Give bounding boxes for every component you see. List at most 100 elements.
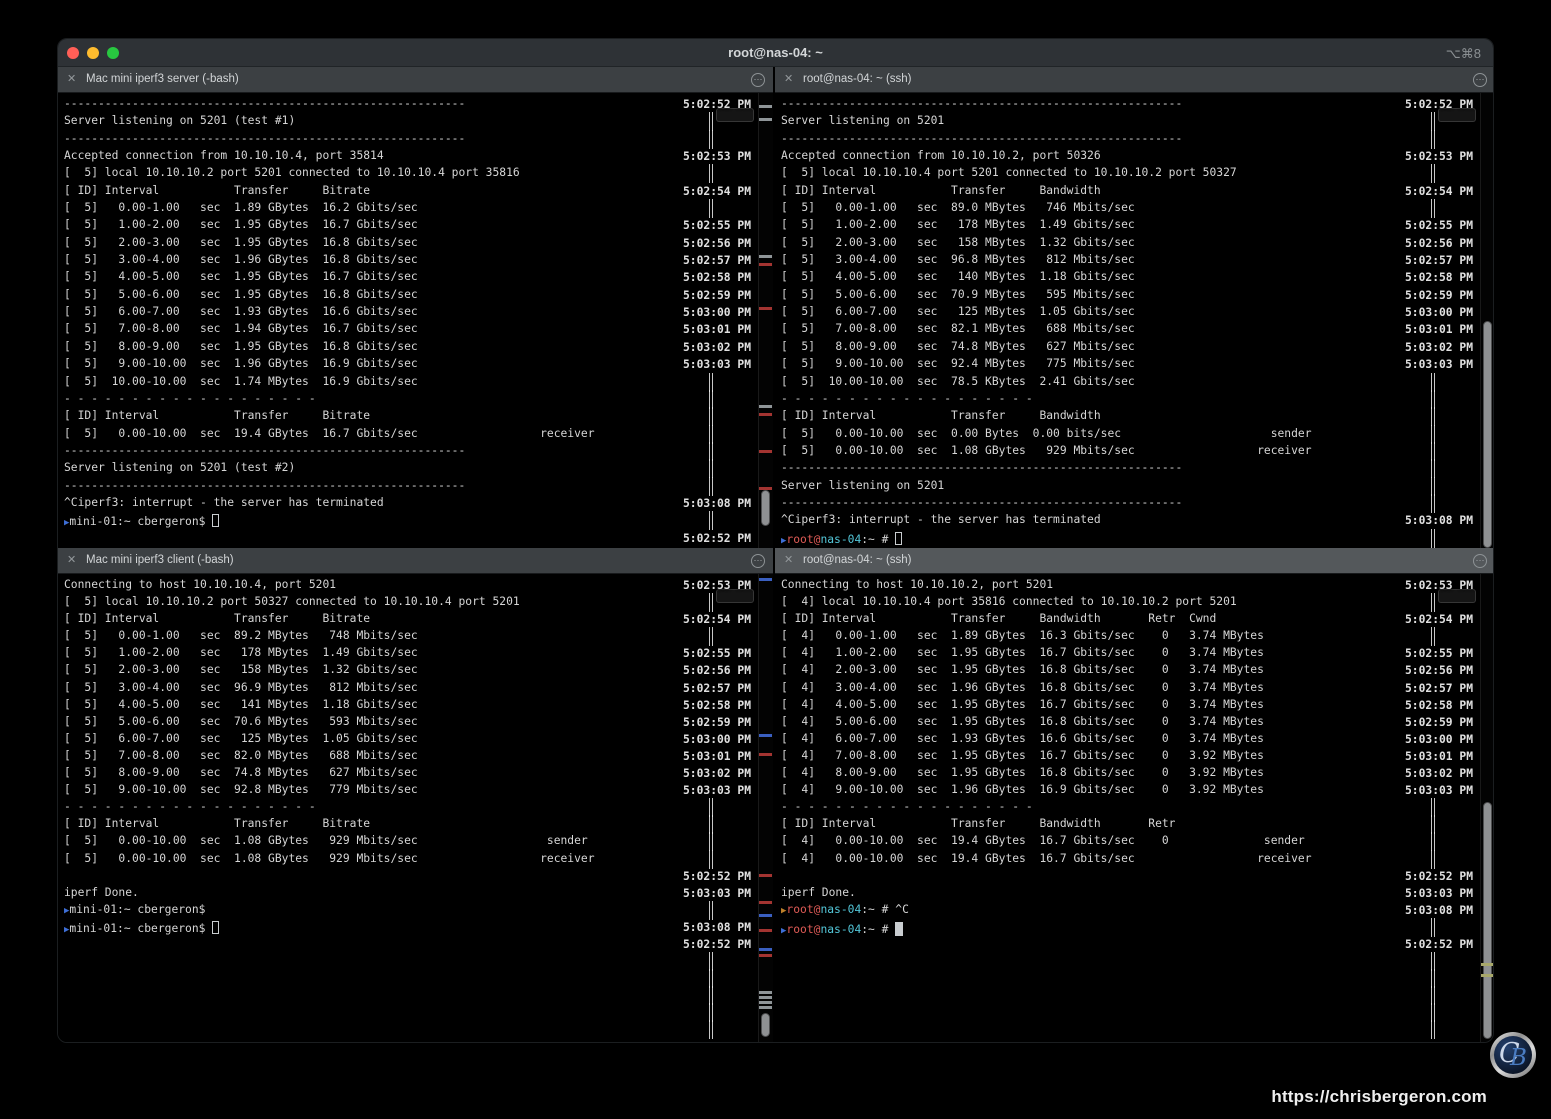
timestamp-continuation-line <box>1431 627 1435 646</box>
pane-menu-icon[interactable]: ⋯ <box>751 554 765 568</box>
terminal-line: 5:02:52 PM <box>781 868 1494 885</box>
pane-titlebar: ✕ Mac mini iperf3 client (-bash) ⋯ <box>58 548 773 574</box>
line-timestamp: 5:03:03 PM <box>683 357 751 372</box>
terminal-text: [ 5] 5.00-6.00 sec 70.9 MBytes 595 Mbits… <box>781 288 1135 301</box>
line-timestamp: 5:02:59 PM <box>683 715 751 730</box>
scrollbar[interactable] <box>1480 574 1494 1043</box>
terminal-text: Server listening on 5201 <box>781 479 944 492</box>
line-timestamp: 5:02:53 PM <box>1405 149 1473 164</box>
terminal-line: ^Ciperf3: interrupt - the server has ter… <box>64 495 773 512</box>
timestamp-continuation-line <box>1431 442 1435 461</box>
pane-close-icon[interactable]: ✕ <box>67 554 76 567</box>
scrollbar-thumb[interactable] <box>1483 321 1492 548</box>
scrollbar[interactable] <box>1480 93 1494 548</box>
terminal-text: [ 5] 9.00-10.00 sec 92.8 MBytes 779 Mbit… <box>64 783 418 796</box>
scrollbar[interactable] <box>758 93 773 548</box>
terminal-line: [ 5] 0.00-10.00 sec 1.08 GBytes 929 Mbit… <box>781 443 1494 460</box>
scrollbar-mark <box>759 948 772 951</box>
terminal-line <box>64 1021 773 1038</box>
terminal-line: ▶root@nas-04:~ # <box>781 919 1494 936</box>
pane-titlebar: ✕ root@nas-04: ~ (ssh) ⋯ <box>775 548 1494 574</box>
line-timestamp: 5:03:08 PM <box>1405 903 1473 918</box>
terminal-line: Server listening on 5201 <box>781 113 1494 130</box>
terminal-text: [ ID] Interval Transfer Bitrate <box>64 612 370 625</box>
terminal-text: [ 5] 0.00-10.00 sec 1.08 GBytes 929 Mbit… <box>781 444 1312 457</box>
timestamp-continuation-line <box>709 112 713 131</box>
terminal-text: ----------------------------------------… <box>781 132 1182 145</box>
window-title: root@nas-04: ~ <box>58 45 1493 60</box>
terminal-line: [ 5] 1.00-2.00 sec 178 MBytes 1.49 Gbits… <box>781 217 1494 234</box>
terminal-line: [ 5] 3.00-4.00 sec 1.96 GBytes 16.8 Gbit… <box>64 252 773 269</box>
terminal-line: [ 5] 8.00-9.00 sec 74.8 MBytes 627 Mbits… <box>781 339 1494 356</box>
pane-title: root@nas-04: ~ (ssh) <box>803 554 912 566</box>
scrollbar-mark <box>759 307 772 310</box>
terminal-text: [ 4] 5.00-6.00 sec 1.95 GBytes 16.8 Gbit… <box>781 715 1264 728</box>
terminal-line: [ 5] 0.00-10.00 sec 0.00 Bytes 0.00 bits… <box>781 426 1494 443</box>
terminal-line: [ 5] 4.00-5.00 sec 1.95 GBytes 16.7 Gbit… <box>64 269 773 286</box>
terminal-line: ----------------------------------------… <box>781 495 1494 512</box>
terminal-line: ----------------------------------------… <box>64 478 773 495</box>
scrollbar-mark <box>759 405 772 408</box>
line-timestamp: 5:03:02 PM <box>683 766 751 781</box>
terminal-text: [ 5] 2.00-3.00 sec 1.95 GBytes 16.8 Gbit… <box>64 236 418 249</box>
line-timestamp: 5:02:53 PM <box>1405 578 1473 593</box>
pane-menu-icon[interactable]: ⋯ <box>1473 73 1487 87</box>
line-timestamp: 5:02:53 PM <box>683 578 751 593</box>
terminal-text: [ 4] 6.00-7.00 sec 1.93 GBytes 16.6 Gbit… <box>781 732 1264 745</box>
terminal-line: ----------------------------------------… <box>64 131 773 148</box>
terminal-line: [ ID] Interval Transfer Bitrate5:02:54 P… <box>64 611 773 628</box>
terminal-line: [ 5] 6.00-7.00 sec 1.93 GBytes 16.6 Gbit… <box>64 304 773 321</box>
line-timestamp: 5:02:56 PM <box>1405 236 1473 251</box>
scrollbar-thumb[interactable] <box>761 1013 770 1037</box>
pane-menu-icon[interactable]: ⋯ <box>1473 554 1487 568</box>
terminal-text: [ 5] 0.00-1.00 sec 1.89 GBytes 16.2 Gbit… <box>64 201 418 214</box>
scrollbar-mark <box>1481 963 1494 966</box>
terminal-text: [ 5] 7.00-8.00 sec 82.1 MBytes 688 Mbits… <box>781 322 1135 335</box>
terminal-text: [ 5] 0.00-10.00 sec 0.00 Bytes 0.00 bits… <box>781 427 1312 440</box>
terminal-line: - - - - - - - - - - - - - - - - - - - <box>781 391 1494 408</box>
timestamp-continuation-line <box>1431 918 1435 937</box>
terminal-text: mini-01:~ cbergeron$ <box>69 903 205 916</box>
timestamp-continuation-line <box>1431 593 1435 612</box>
terminal-line: [ ID] Interval Transfer Bandwidth Retr C… <box>781 611 1494 628</box>
terminal-line: ▶mini-01:~ cbergeron$ 5:03:08 PM <box>64 919 773 936</box>
line-timestamp: 5:02:54 PM <box>683 184 751 199</box>
line-timestamp: 5:03:02 PM <box>683 340 751 355</box>
terminal-line: [ ID] Interval Transfer Bitrate <box>64 816 773 833</box>
terminal-line: ----------------------------------------… <box>64 443 773 460</box>
scrollbar-thumb[interactable] <box>761 490 770 526</box>
terminal-text: [ ID] Interval Transfer Bandwidth <box>781 409 1101 422</box>
terminal-line: ▶mini-01:~ cbergeron$ <box>64 512 773 529</box>
pane-close-icon[interactable]: ✕ <box>784 554 793 567</box>
terminal-line: [ 4] 0.00-10.00 sec 19.4 GBytes 16.7 Gbi… <box>781 851 1494 868</box>
scrollbar[interactable] <box>758 574 773 1043</box>
timestamp-continuation-line <box>1431 373 1435 392</box>
line-timestamp: 5:03:08 PM <box>683 496 751 511</box>
terminal-line: Connecting to host 10.10.10.2, port 5201… <box>781 577 1494 594</box>
terminal-line: [ ID] Interval Transfer Bandwidth Retr <box>781 816 1494 833</box>
terminal-line: 5:02:52 PM <box>64 530 773 547</box>
scrollbar-thumb[interactable] <box>1483 802 1492 1039</box>
terminal-text: [ 5] 0.00-10.00 sec 19.4 GBytes 16.7 Gbi… <box>64 427 595 440</box>
line-timestamp: 5:03:00 PM <box>1405 305 1473 320</box>
terminal-line <box>781 953 1494 970</box>
timestamp-continuation-line <box>709 442 713 461</box>
terminal-window: root@nas-04: ~ ⌥⌘8 ✕ Mac mini iperf3 ser… <box>57 38 1494 1043</box>
line-timestamp: 5:02:57 PM <box>683 681 751 696</box>
terminal-line: [ 5] 2.00-3.00 sec 158 MBytes 1.32 Gbits… <box>781 235 1494 252</box>
terminal-text: mini-01:~ cbergeron$ <box>69 922 212 935</box>
terminal-line: ▶mini-01:~ cbergeron$ <box>64 902 773 919</box>
terminal-text: nas-04 <box>820 903 861 916</box>
terminal-text: [ 5] 4.00-5.00 sec 140 MBytes 1.18 Gbits… <box>781 270 1135 283</box>
line-timestamp: 5:02:56 PM <box>683 663 751 678</box>
terminal-line: [ 4] 6.00-7.00 sec 1.93 GBytes 16.6 Gbit… <box>781 731 1494 748</box>
pane-close-icon[interactable]: ✕ <box>67 73 76 86</box>
line-timestamp: 5:02:53 PM <box>683 149 751 164</box>
terminal-line: [ 4] 3.00-4.00 sec 1.96 GBytes 16.8 Gbit… <box>781 680 1494 697</box>
terminal-line: - - - - - - - - - - - - - - - - - - - <box>781 799 1494 816</box>
pane-menu-icon[interactable]: ⋯ <box>751 73 765 87</box>
terminal-text: ^Ciperf3: interrupt - the server has ter… <box>781 513 1101 526</box>
timestamp-continuation-line <box>1431 850 1435 869</box>
line-timestamp: 5:03:01 PM <box>1405 749 1473 764</box>
pane-close-icon[interactable]: ✕ <box>784 73 793 86</box>
